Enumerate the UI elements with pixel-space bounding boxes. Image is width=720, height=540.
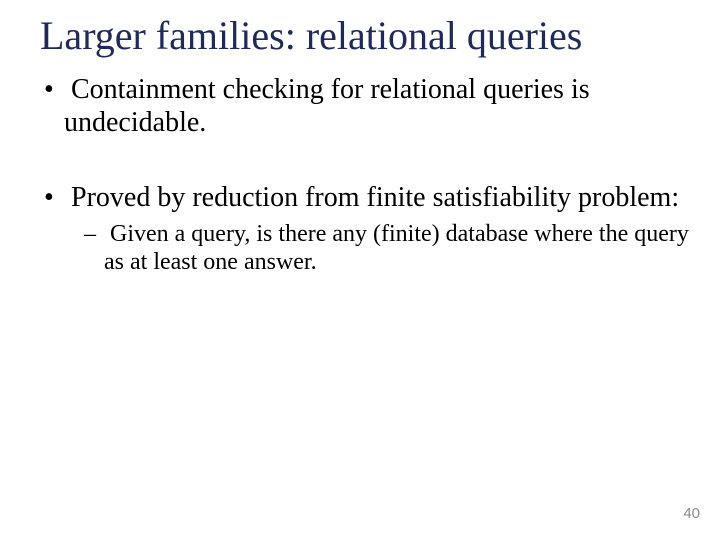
bullet-2-sub-1-text: Given a query, is there any (finite) dat… [104, 221, 689, 275]
slide-body: Containment checking for relational quer… [0, 73, 720, 277]
page-number: 40 [683, 505, 700, 522]
slide-title: Larger families: relational queries [0, 10, 720, 73]
bullet-1: Containment checking for relational quer… [30, 73, 690, 139]
bullet-2-sub-1: Given a query, is there any (finite) dat… [30, 220, 690, 277]
bullet-2-text: Proved by reduction from finite satisfia… [71, 182, 679, 213]
bullet-2: Proved by reduction from finite satisfia… [30, 181, 690, 214]
bullet-1-text: Containment checking for relational quer… [64, 74, 590, 138]
